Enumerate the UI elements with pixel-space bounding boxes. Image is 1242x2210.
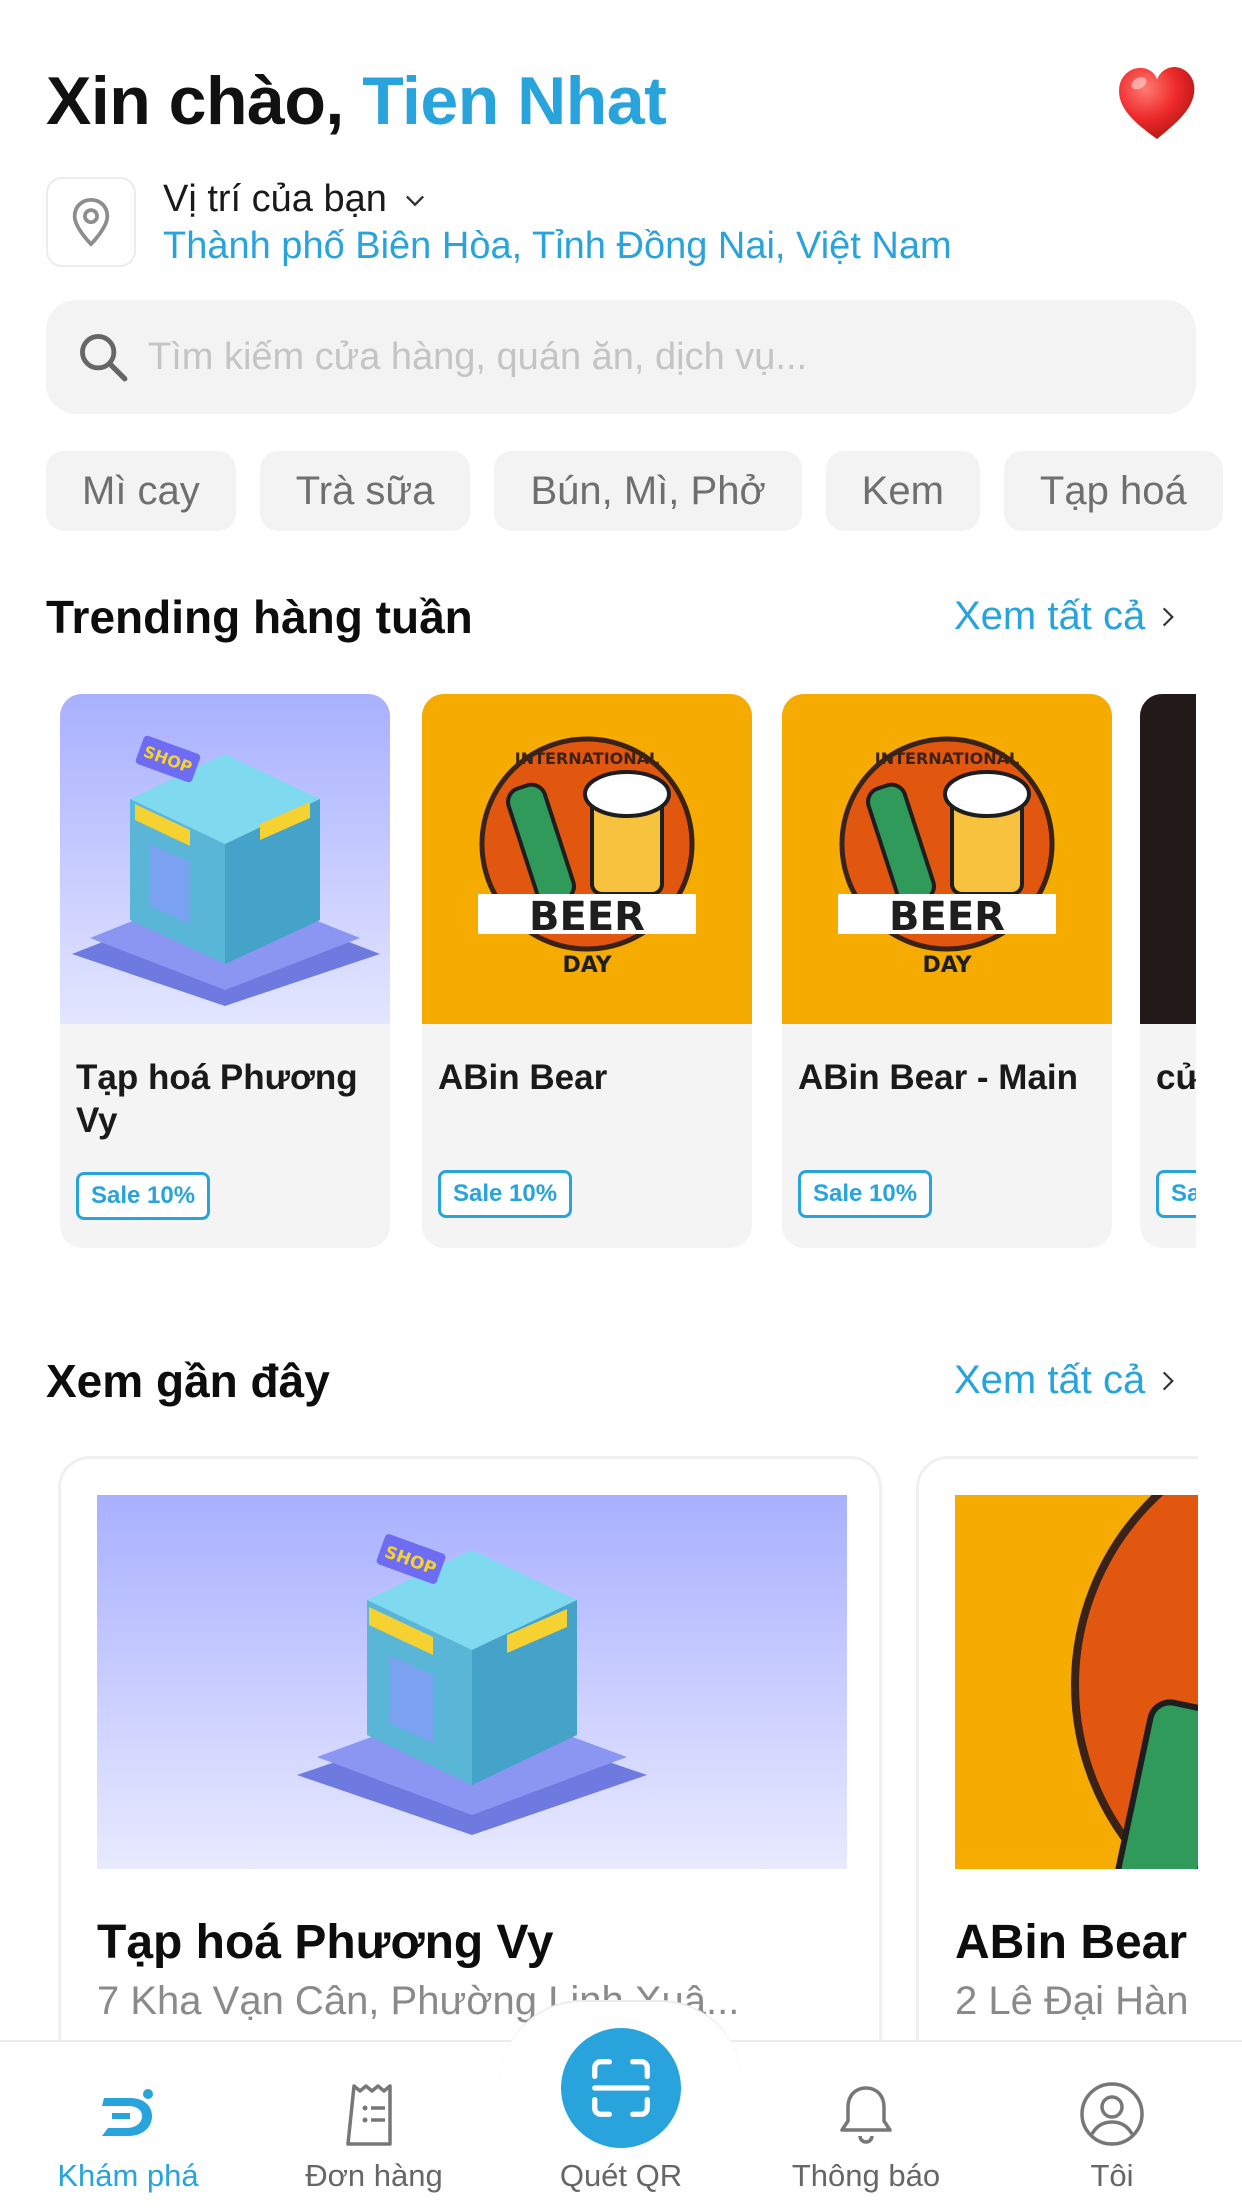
favorites-heart-icon[interactable] — [1112, 58, 1202, 148]
recent-card-address: 2 Lê Đại Hàn — [955, 1979, 1189, 2023]
trending-carousel[interactable]: SHOP Tạp hoá Phương Vy Sale 10% BEER DAY… — [60, 694, 1196, 1250]
trending-card-name: ABin Bear — [438, 1058, 608, 1097]
svg-text:BEER: BEER — [529, 894, 645, 940]
location-value[interactable]: Thành phố Biên Hòa, Tỉnh Đồng Nai, Việt … — [163, 225, 952, 268]
trending-title: Trending hàng tuần — [46, 591, 473, 643]
search-bar[interactable] — [46, 300, 1196, 414]
trending-card[interactable]: BEER DAY INTERNATIONAL ABin Bear - Main … — [782, 694, 1112, 1248]
chevron-right-icon — [1163, 1371, 1175, 1390]
recent-carousel[interactable]: SHOP Tạp hoá Phương Vy 7 Kha Vạn Cân, Ph… — [58, 1456, 1198, 2056]
nav-orders[interactable]: Đơn hàng — [274, 2078, 474, 2194]
explore-logo-icon — [102, 2089, 153, 2136]
trending-card[interactable]: BEER DAY INTERNATIONAL ABin Bear Sale 10… — [422, 694, 752, 1248]
trending-card[interactable]: SHOP Tạp hoá Phương Vy Sale 10% — [60, 694, 390, 1248]
recent-see-all-link[interactable]: Xem tất cả — [954, 1358, 1181, 1403]
search-icon — [80, 334, 128, 382]
nav-notifications[interactable]: Thông báo — [766, 2078, 966, 2194]
shop-illustration-image: SHOP — [97, 1495, 847, 1869]
svg-text:DAY: DAY — [562, 953, 612, 978]
nav-label: Quét QR — [559, 2158, 683, 2193]
beer-day-poster-image: BEER DAY INTERNATIONAL — [782, 694, 1112, 1024]
category-chip[interactable]: Kem — [825, 451, 980, 531]
greeting-heading: Xin chào, Tien Nhat — [46, 62, 667, 140]
user-name: Tien Nhat — [362, 63, 667, 139]
category-chip[interactable]: Bún, Mì, Phở — [494, 451, 802, 531]
nav-qr-scan-button[interactable] — [561, 2028, 681, 2148]
svg-text:DAY: DAY — [922, 953, 972, 978]
sale-badge: Sale 10% — [438, 1170, 573, 1218]
trending-card-name: cử — [1156, 1058, 1196, 1097]
recent-card-name: Tạp hoá Phương Vy — [97, 1916, 554, 1969]
qr-scan-icon — [592, 2059, 650, 2117]
trending-card-name: ABin Bear - Main — [798, 1058, 1079, 1097]
trending-card-name: Tạp hoá Phương Vy — [76, 1058, 358, 1140]
sale-badge: Sale 10% — [76, 1172, 211, 1220]
category-chips: Mì cay Trà sữa Bún, Mì, Phở Kem Tạp hoá — [46, 451, 1242, 531]
trending-card-partial[interactable]: cử Sa — [1140, 694, 1196, 1248]
greeting-text: Xin chào, — [46, 63, 344, 139]
shop-illustration-image: SHOP — [60, 694, 390, 1024]
see-all-label: Xem tất cả — [954, 1358, 1146, 1402]
category-chip[interactable]: Tạp hoá — [1003, 451, 1223, 531]
nav-label: Tôi — [1090, 2158, 1134, 2193]
location-selector[interactable]: Vị trí của bạn — [163, 178, 429, 221]
category-chip[interactable]: Mì cay — [46, 451, 236, 531]
dark-poster-image — [1140, 694, 1196, 1024]
nav-label: Đơn hàng — [305, 2158, 443, 2193]
sale-badge: Sa — [1156, 1170, 1196, 1218]
search-input[interactable] — [146, 334, 1150, 380]
see-all-label: Xem tất cả — [954, 594, 1146, 638]
bell-icon — [840, 2086, 892, 2144]
sale-badge: Sale 10% — [798, 1170, 933, 1218]
nav-label: Khám phá — [57, 2158, 199, 2193]
receipt-icon — [346, 2084, 392, 2146]
recent-card[interactable]: SHOP Tạp hoá Phương Vy 7 Kha Vạn Cân, Ph… — [58, 1456, 882, 2056]
beer-day-poster-image — [955, 1495, 1198, 1869]
location-pin-icon — [72, 197, 110, 247]
category-chip[interactable]: Trà sữa — [259, 451, 471, 531]
nav-profile[interactable]: Tôi — [1012, 2078, 1212, 2194]
user-circle-icon — [1080, 2082, 1144, 2146]
recent-card-name: ABin Bear — [955, 1916, 1188, 1969]
svg-text:INTERNATIONAL: INTERNATIONAL — [875, 749, 1019, 768]
recent-title: Xem gần đây — [46, 1355, 330, 1407]
svg-text:BEER: BEER — [889, 894, 1005, 940]
location-pin-button[interactable] — [46, 177, 136, 267]
chevron-down-icon — [405, 195, 424, 206]
svg-text:INTERNATIONAL: INTERNATIONAL — [515, 749, 659, 768]
nav-label: Thông báo — [791, 2158, 941, 2193]
location-label: Vị trí của bạn — [163, 178, 387, 220]
trending-see-all-link[interactable]: Xem tất cả — [954, 594, 1181, 639]
beer-day-poster-image: BEER DAY INTERNATIONAL — [422, 694, 752, 1024]
chevron-right-icon — [1163, 607, 1175, 626]
nav-explore[interactable]: Khám phá — [28, 2078, 228, 2194]
recent-card-partial[interactable]: ABin Bear 2 Lê Đại Hàn — [916, 1456, 1198, 2056]
